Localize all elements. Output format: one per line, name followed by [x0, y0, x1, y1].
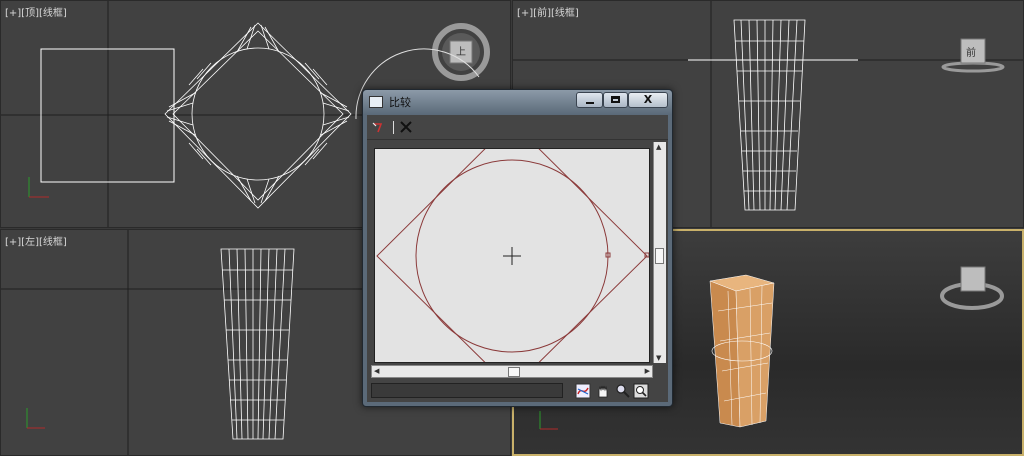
scroll-left-icon[interactable]: ◀ — [374, 367, 379, 375]
dialog-body: ▲ ▼ ◀ ▶ — [367, 115, 668, 402]
scroll-down-icon[interactable]: ▼ — [656, 354, 661, 362]
viewport-label-front[interactable]: [+][前][线框] — [517, 4, 579, 19]
dialog-toolbar — [367, 115, 668, 140]
pick-curve-icon[interactable] — [372, 120, 386, 134]
viewport-label-top[interactable]: [+][顶][线框] — [5, 4, 67, 19]
dialog-title: 比较 — [389, 96, 411, 109]
vertical-scrollbar[interactable]: ▲ ▼ — [653, 142, 666, 363]
toolbar-separator — [393, 121, 394, 134]
vertical-scroll-thumb[interactable] — [655, 248, 664, 264]
viewport-label-left[interactable]: [+][左][线框] — [5, 233, 67, 248]
axis-tripod-top — [28, 177, 49, 198]
status-field — [371, 383, 563, 398]
view-cube-top-face: 上 — [456, 47, 466, 58]
dialog-titlebar[interactable]: 比较 X — [363, 90, 672, 114]
maximize-button[interactable] — [603, 92, 628, 108]
horizontal-scrollbar[interactable]: ◀ ▶ — [371, 365, 653, 378]
scroll-up-icon[interactable]: ▲ — [656, 143, 661, 151]
column-shaded — [709, 274, 775, 428]
axis-tripod-left — [26, 408, 45, 429]
horizontal-scroll-thumb[interactable] — [508, 367, 520, 377]
column-left-wire — [220, 248, 295, 440]
display-toggle-icon[interactable] — [575, 383, 591, 399]
zoom-icon[interactable] — [615, 383, 631, 399]
close-button-label: X — [643, 93, 653, 106]
maximize-icon — [611, 96, 620, 103]
delete-icon[interactable] — [399, 120, 413, 134]
view-cube-persp[interactable] — [940, 266, 1004, 310]
column-front-wire — [733, 19, 806, 211]
minimize-button[interactable] — [576, 92, 603, 108]
compare-canvas[interactable] — [374, 121, 650, 390]
app-icon — [369, 96, 383, 108]
crosshair-icon — [503, 247, 521, 265]
minimize-icon — [586, 102, 594, 104]
close-button[interactable]: X — [628, 92, 668, 108]
scroll-right-icon[interactable]: ▶ — [645, 367, 650, 375]
zoom-extents-icon[interactable] — [633, 383, 649, 399]
compare-curves — [376, 121, 650, 390]
compare-dialog[interactable]: 比较 X ▲ ▼ ◀ ▶ — [362, 89, 673, 407]
pan-hand-icon[interactable] — [595, 383, 611, 399]
view-cube-front-face: 前 — [966, 48, 976, 59]
axis-tripod-persp — [539, 411, 558, 430]
